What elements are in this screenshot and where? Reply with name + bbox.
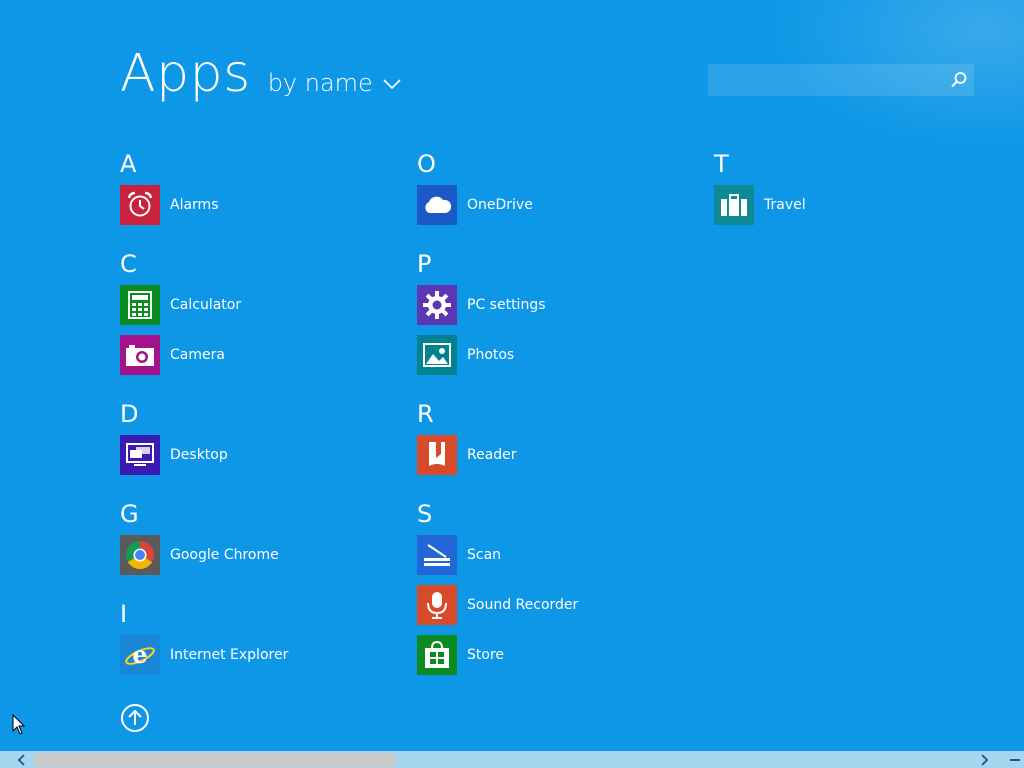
sort-dropdown[interactable]: by name: [268, 69, 401, 97]
search-icon[interactable]: [950, 71, 968, 89]
app-tile-camera[interactable]: Camera: [120, 330, 400, 380]
apps-header: Apps by name: [120, 48, 401, 118]
chevron-down-icon: [383, 79, 401, 90]
alarm-clock-icon: [120, 185, 160, 225]
app-tile-travel[interactable]: Travel: [714, 180, 994, 230]
app-tile-onedrive[interactable]: OneDrive: [417, 180, 697, 230]
internet-explorer-icon: e: [120, 635, 160, 675]
chrome-icon: [120, 535, 160, 575]
chevron-left-icon: [17, 753, 25, 766]
group-header-d[interactable]: D: [120, 400, 400, 430]
group-header-p[interactable]: P: [417, 250, 697, 280]
app-label: Alarms: [170, 197, 219, 213]
horizontal-scrollbar[interactable]: [0, 751, 1024, 768]
group-t: T Travel: [714, 150, 994, 250]
app-label: Internet Explorer: [170, 647, 289, 663]
app-tile-pc-settings[interactable]: PC settings: [417, 280, 697, 330]
scroll-left-button[interactable]: [12, 751, 29, 768]
app-tile-desktop[interactable]: Desktop: [120, 430, 400, 480]
group-i: I e Internet Explorer: [120, 600, 400, 700]
app-label: Photos: [467, 347, 515, 363]
apps-column-2: O OneDrive P PC settings Photos R Reader…: [417, 150, 697, 700]
group-header-a[interactable]: A: [120, 150, 400, 180]
app-label: Google Chrome: [170, 547, 279, 563]
svg-text:e: e: [132, 640, 147, 669]
group-o: O OneDrive: [417, 150, 697, 250]
cloud-icon: [417, 185, 457, 225]
reader-icon: [417, 435, 457, 475]
semantic-zoom-button[interactable]: [1006, 751, 1023, 768]
calculator-icon: [120, 285, 160, 325]
group-a: A Alarms: [120, 150, 400, 250]
group-r: R Reader: [417, 400, 697, 500]
apps-column-3: T Travel: [714, 150, 994, 250]
gear-icon: [417, 285, 457, 325]
group-header-i[interactable]: I: [120, 600, 400, 630]
app-label: Sound Recorder: [467, 597, 579, 613]
scroll-right-button[interactable]: [976, 751, 993, 768]
store-icon: [417, 635, 457, 675]
app-label: Camera: [170, 347, 225, 363]
app-tile-reader[interactable]: Reader: [417, 430, 697, 480]
group-d: D Desktop: [120, 400, 400, 500]
mouse-pointer-icon: [12, 714, 26, 735]
app-tile-store[interactable]: Store: [417, 630, 697, 680]
sort-label: by name: [267, 69, 373, 97]
page-title: Apps: [120, 44, 251, 104]
app-label: Calculator: [170, 297, 242, 313]
minus-icon: [1009, 758, 1020, 761]
app-label: Scan: [467, 547, 502, 563]
scanner-icon: [417, 535, 457, 575]
app-label: PC settings: [467, 297, 546, 313]
search-box[interactable]: [708, 64, 974, 96]
group-p: P PC settings Photos: [417, 250, 697, 400]
group-header-t[interactable]: T: [714, 150, 994, 180]
app-tile-alarms[interactable]: Alarms: [120, 180, 400, 230]
scrollbar-thumb[interactable]: [34, 753, 395, 767]
group-c: C Calculator Camera: [120, 250, 400, 400]
group-header-c[interactable]: C: [120, 250, 400, 280]
app-label: Store: [467, 647, 505, 663]
group-g: G Google Chrome: [120, 500, 400, 600]
photo-icon: [417, 335, 457, 375]
apps-column-1: A Alarms C Calculator Camera D Desktop G…: [120, 150, 400, 700]
arrow-up-icon[interactable]: [120, 703, 150, 733]
app-label: Travel: [764, 197, 806, 213]
app-tile-calculator[interactable]: Calculator: [120, 280, 400, 330]
app-tile-photos[interactable]: Photos: [417, 330, 697, 380]
group-s: S Scan Sound Recorder Store: [417, 500, 697, 700]
app-label: Reader: [467, 447, 517, 463]
app-tile-scan[interactable]: Scan: [417, 530, 697, 580]
group-header-o[interactable]: O: [417, 150, 697, 180]
app-tile-internet-explorer[interactable]: e Internet Explorer: [120, 630, 400, 680]
group-header-s[interactable]: S: [417, 500, 697, 530]
app-tile-google-chrome[interactable]: Google Chrome: [120, 530, 400, 580]
group-header-g[interactable]: G: [120, 500, 400, 530]
chevron-right-icon: [980, 753, 988, 766]
group-header-r[interactable]: R: [417, 400, 697, 430]
search-input[interactable]: [708, 64, 944, 96]
suitcase-icon: [714, 185, 754, 225]
app-label: Desktop: [170, 447, 228, 463]
microphone-icon: [417, 585, 457, 625]
app-label: OneDrive: [467, 197, 533, 213]
desktop-icon: [120, 435, 160, 475]
app-tile-sound-recorder[interactable]: Sound Recorder: [417, 580, 697, 630]
camera-icon: [120, 335, 160, 375]
